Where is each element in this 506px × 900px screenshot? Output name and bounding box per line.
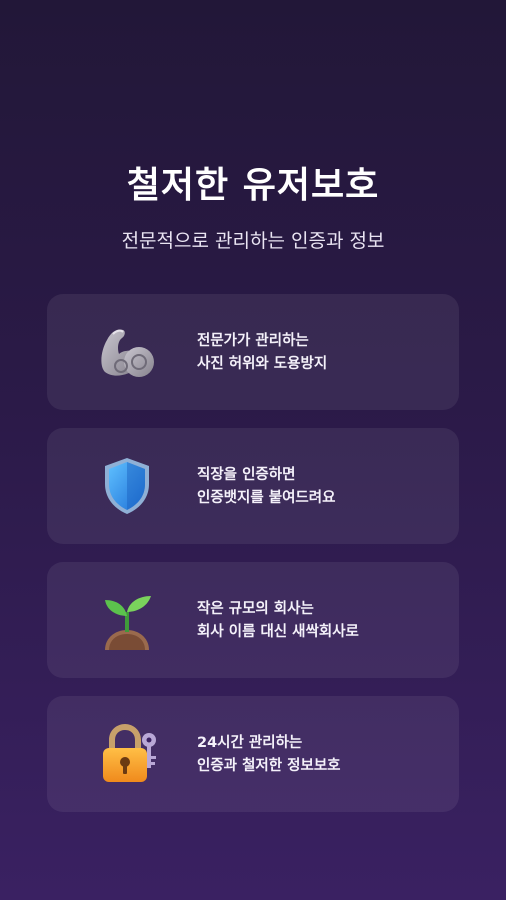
feature-line: 전문가가 관리하는 [197,333,309,349]
feature-card-data-protection: 24시간 관리하는 인증과 철저한 정보보호 [47,696,459,812]
feature-line: 회사 이름 대신 새싹회사로 [197,624,359,640]
page-title: 철저한 유저보호 [126,165,380,206]
feature-line: 사진 허위와 도용방지 [197,356,328,372]
feature-line: 인증뱃지를 붙여드려요 [197,490,336,506]
feature-line: 직장을 인증하면 [197,467,296,483]
feature-line: 24시간 관리하는 [197,735,303,751]
flexed-biceps-icon [95,320,159,384]
page-subtitle: 전문적으로 관리하는 인증과 정보 [121,230,385,252]
feature-card-photo-protection: 전문가가 관리하는 사진 허위와 도용방지 [47,294,459,410]
feature-line: 인증과 철저한 정보보호 [197,758,341,774]
feature-card-small-company: 작은 규모의 회사는 회사 이름 대신 새싹회사로 [47,562,459,678]
locked-with-key-icon [95,722,159,786]
feature-card-verification-badge: 직장을 인증하면 인증뱃지를 붙여드려요 [47,428,459,544]
shield-icon [95,454,159,518]
seedling-icon [95,588,159,652]
feature-line: 작은 규모의 회사는 [197,601,314,617]
